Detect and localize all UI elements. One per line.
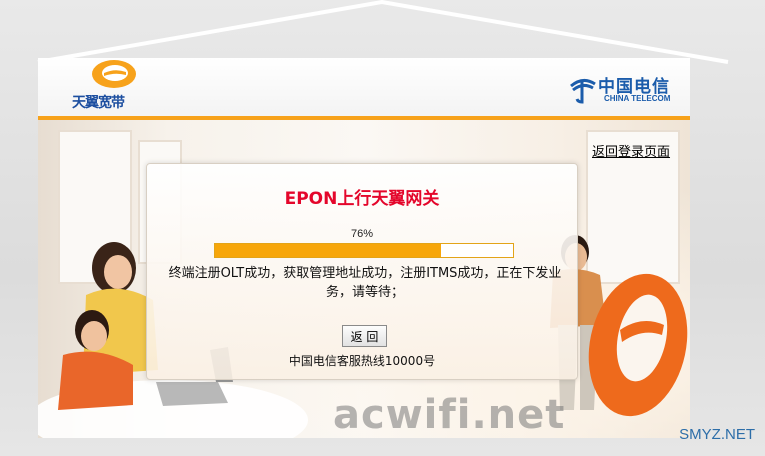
back-button[interactable]: 返 回: [342, 325, 387, 347]
progress-bar: [214, 243, 514, 258]
dialog-title: EPON上行天翼网关: [284, 189, 440, 209]
registration-dialog: EPON上行天翼网关 76% 终端注册OLT成功，获取管理地址成功，注册ITMS…: [146, 163, 578, 380]
back-to-login-link[interactable]: 返回登录页面: [592, 141, 670, 160]
tianyi-e-logo-icon: [92, 60, 136, 88]
china-telecom-logo-icon: [570, 79, 596, 104]
watermark-text: acwifi.net: [333, 392, 566, 438]
progress-fill: [215, 244, 442, 257]
china-telecom-en: CHINA TELECOM: [604, 94, 671, 103]
tianyi-logo-text: 天翼宽带: [72, 95, 125, 111]
china-telecom-logo: 中国电信 CHINA TELECOM: [568, 72, 688, 112]
status-message: 终端注册OLT成功，获取管理地址成功，注册ITMS成功，正在下发业务，请等待；: [168, 266, 562, 300]
header-banner: 天翼宽带 中国电信 CHINA TELECOM: [38, 58, 690, 118]
progress-percent: 76%: [350, 228, 374, 240]
site-watermark: SMYZ.NET: [679, 426, 755, 443]
tianyi-broadband-logo: 天翼宽带: [72, 58, 162, 111]
hotline-text: 中国电信客服热线10000号: [288, 354, 436, 368]
